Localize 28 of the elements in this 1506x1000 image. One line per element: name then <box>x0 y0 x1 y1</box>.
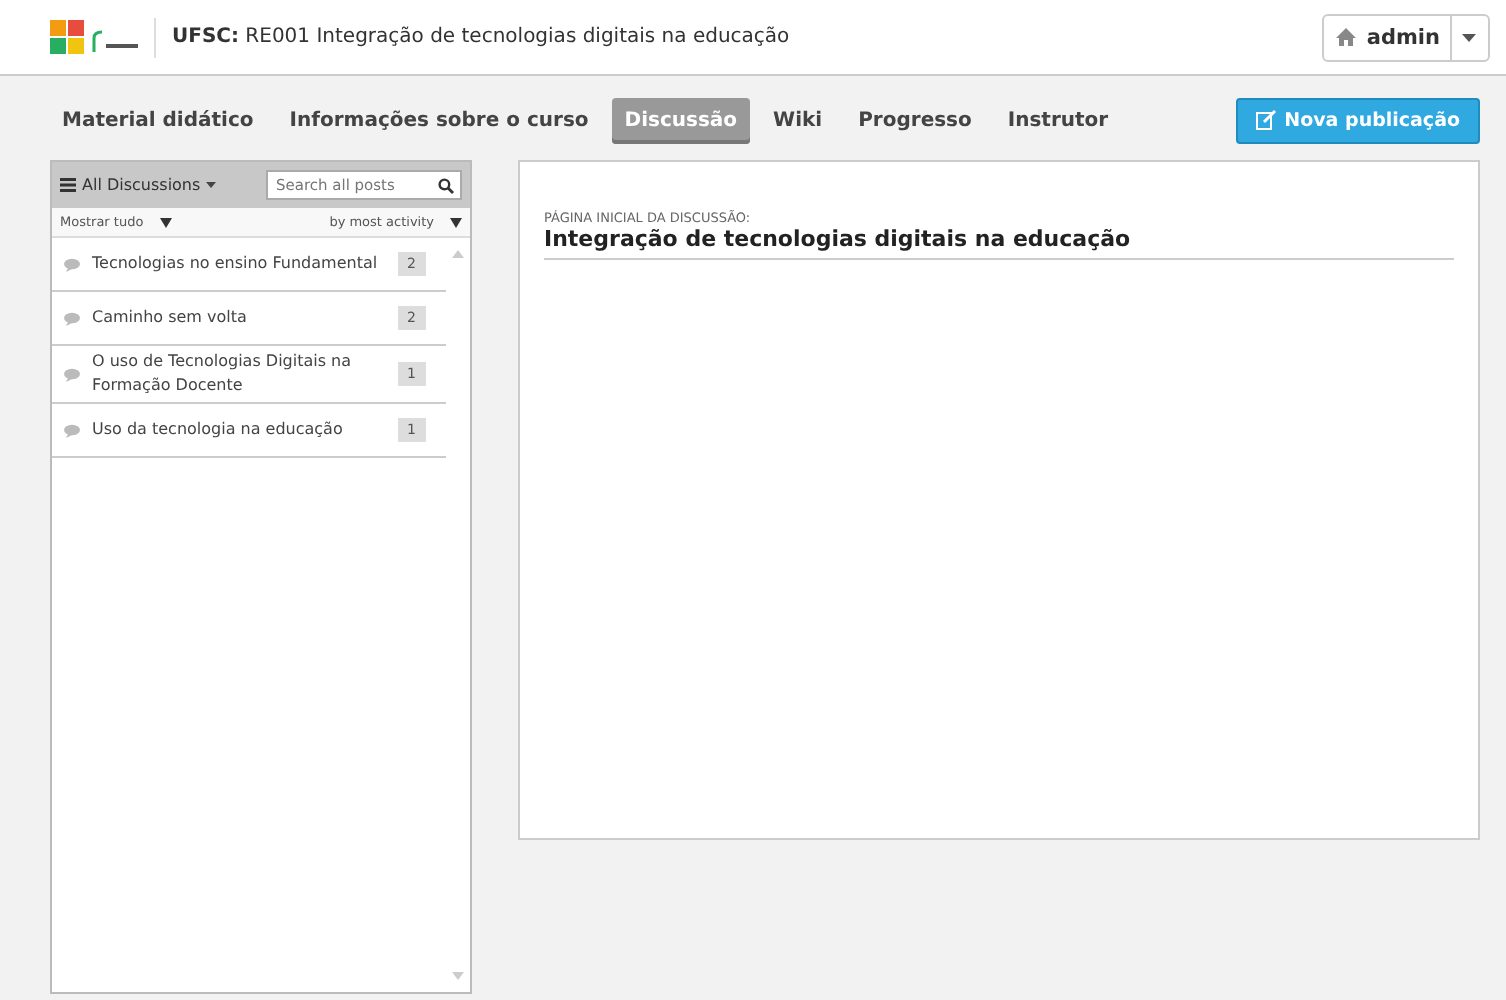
comment-icon <box>64 311 82 325</box>
home-icon <box>1336 28 1357 46</box>
comment-icon <box>64 257 82 271</box>
caret-icon <box>159 217 172 227</box>
caret-icon <box>1462 33 1476 41</box>
comment-icon <box>64 423 82 437</box>
nav-tab[interactable]: Informações sobre o curso <box>277 97 601 143</box>
scroll-up-icon <box>452 250 464 258</box>
scroll-down-icon <box>452 972 464 980</box>
filter-dropdown[interactable]: All Discussions <box>60 176 217 194</box>
nav-tab[interactable]: Wiki <box>761 97 835 143</box>
edit-icon <box>1256 110 1277 130</box>
caret-icon <box>206 182 217 188</box>
thread-title: Uso da tecnologia na educação <box>92 418 345 442</box>
nav-tab[interactable]: Material didático <box>50 97 266 143</box>
thread-title: Tecnologias no ensino Fundamental <box>92 252 380 276</box>
user-menu[interactable]: admin <box>1322 13 1490 61</box>
thread-title: Caminho sem volta <box>92 306 249 330</box>
caret-icon <box>450 217 462 227</box>
comment-icon <box>64 367 82 381</box>
nav-tab[interactable]: Progresso <box>846 97 984 143</box>
search-icon <box>438 177 454 193</box>
logo-icon <box>50 19 138 55</box>
nav-tab[interactable]: Instrutor <box>995 97 1121 143</box>
thread-title: O uso de Tecnologias Digitais na Formação Docente <box>92 350 354 398</box>
course-title: UFSC: RE001 Integração de tecnologias digitais na educação <box>172 26 792 48</box>
menu-icon <box>60 178 76 192</box>
discussion-title: Integração de tecnologias digitais na educação <box>544 226 1133 252</box>
